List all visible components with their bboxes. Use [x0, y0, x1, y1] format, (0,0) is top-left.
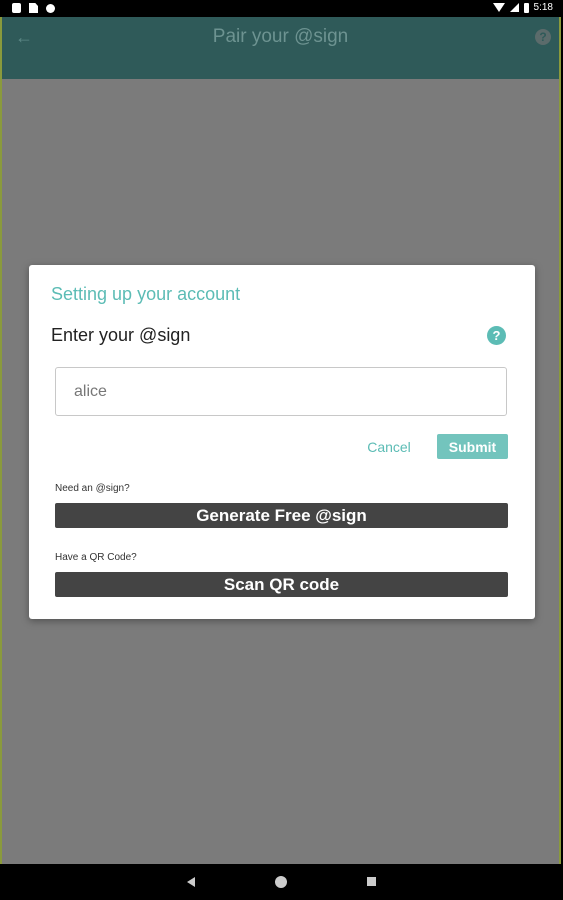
signal-icon — [509, 3, 519, 12]
submit-button[interactable]: Submit — [437, 434, 508, 459]
help-icon[interactable]: ? — [487, 326, 506, 345]
back-triangle-icon[interactable] — [187, 877, 195, 887]
need-sign-label: Need an @sign? — [55, 483, 130, 494]
recents-square-icon[interactable] — [367, 877, 376, 886]
app-bar: ← Pair your @sign ? — [2, 17, 559, 79]
wifi-icon — [492, 3, 505, 12]
generate-free-sign-button[interactable]: Generate Free @sign — [55, 503, 508, 528]
cancel-button[interactable]: Cancel — [361, 435, 417, 459]
page-title: Pair your @sign — [212, 26, 349, 47]
status-left-icons — [12, 3, 55, 13]
notification-icon — [12, 3, 21, 13]
scan-qr-button[interactable]: Scan QR code — [55, 572, 508, 597]
battery-icon — [523, 2, 529, 13]
system-nav-bar — [0, 864, 563, 900]
atsign-input[interactable] — [55, 367, 507, 416]
home-circle-icon[interactable] — [275, 876, 287, 888]
have-qr-label: Have a QR Code? — [55, 552, 137, 563]
sim-icon — [29, 3, 38, 13]
status-right-icons: 5:18 — [492, 2, 553, 13]
status-time: 5:18 — [533, 2, 553, 13]
setup-dialog: Setting up your account Enter your @sign… — [29, 265, 535, 619]
status-bar: 5:18 — [0, 0, 563, 17]
circle-icon — [46, 3, 55, 13]
dialog-title: Setting up your account — [51, 284, 241, 304]
help-icon[interactable]: ? — [535, 29, 551, 45]
dialog-subtitle: Enter your @sign — [51, 325, 191, 345]
